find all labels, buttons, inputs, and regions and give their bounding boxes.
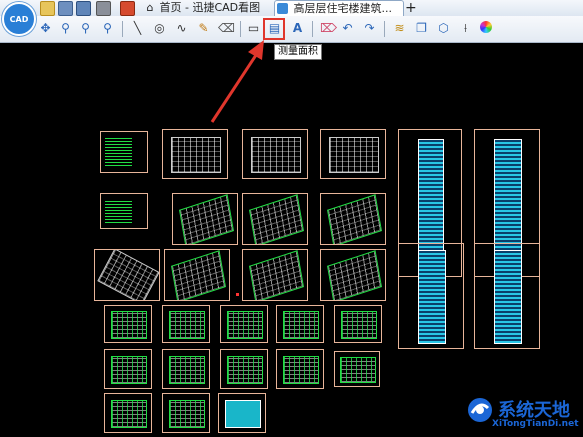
drawing-sheet	[162, 349, 210, 389]
marker	[236, 293, 239, 296]
drawing-sheet	[172, 193, 238, 245]
drawing-canvas[interactable]	[0, 43, 583, 437]
drawing-sheet	[276, 305, 324, 343]
watermark-logo-icon	[468, 398, 492, 422]
drawing-sheet	[94, 249, 160, 301]
drawing-sheet	[162, 305, 210, 343]
drawing-sheet	[162, 129, 228, 179]
drawing-sheet	[334, 305, 382, 343]
drawing-sheet	[320, 129, 386, 179]
drawing-sheet	[104, 349, 152, 389]
drawing-sheet	[218, 393, 266, 433]
drawing-sheet	[242, 193, 308, 245]
drawing-sheet	[320, 193, 386, 245]
drawing-sheet	[164, 249, 230, 301]
drawing-sheet	[320, 249, 386, 301]
drawing-sheet	[334, 351, 380, 387]
drawing-sheet	[104, 305, 152, 343]
drawing-sheet	[398, 243, 464, 349]
drawing-sheet	[220, 305, 268, 343]
drawing-sheet	[100, 131, 148, 173]
app-logo: CAD	[2, 2, 36, 36]
drawing-sheet	[474, 243, 540, 349]
drawing-sheet	[104, 393, 152, 433]
drawing-sheet	[242, 249, 308, 301]
drawing-sheet	[276, 349, 324, 389]
drawing-sheet	[220, 349, 268, 389]
drawing-sheet	[162, 393, 210, 433]
watermark-url: XiTongTianDi.net	[492, 419, 579, 429]
drawing-sheet	[242, 129, 308, 179]
drawing-sheet	[100, 193, 148, 229]
watermark: 系统天地 XiTongTianDi.net	[462, 392, 580, 434]
